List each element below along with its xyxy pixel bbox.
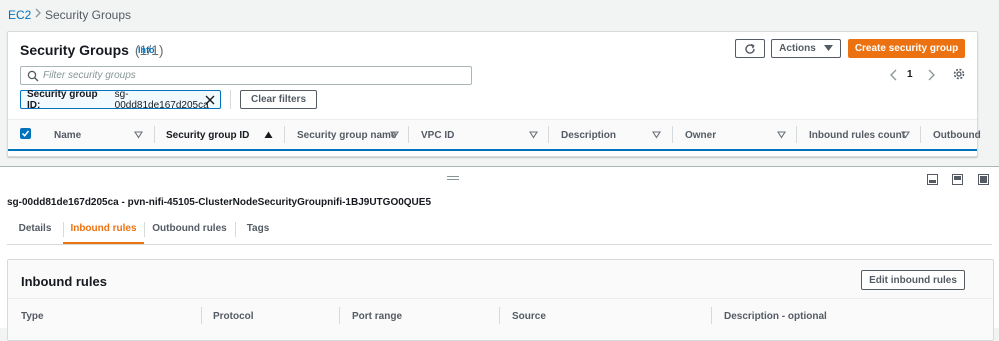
tab-outbound-rules[interactable]: Outbound rules — [144, 215, 235, 244]
tab-inbound-rules[interactable]: Inbound rules — [63, 215, 144, 244]
search-input[interactable] — [43, 68, 463, 83]
column-header-security-group-name[interactable]: Security group name — [297, 130, 396, 141]
column-header-source[interactable]: Source — [512, 311, 546, 322]
view-mode-side-icon[interactable] — [952, 174, 963, 185]
sort-icon[interactable] — [529, 131, 538, 139]
tab-tags[interactable]: Tags — [235, 215, 281, 244]
column-header-owner[interactable]: Owner — [685, 130, 716, 141]
info-link[interactable]: Info — [138, 45, 155, 55]
current-page-number[interactable]: 1 — [907, 69, 913, 80]
column-header-port-range[interactable]: Port range — [352, 311, 402, 322]
column-header-security-group-id[interactable]: Security group ID — [166, 130, 249, 141]
inbound-rules-panel: Inbound rules Edit inbound rules Type Pr… — [7, 259, 994, 341]
table-header-underline — [8, 149, 977, 151]
column-divider[interactable] — [672, 126, 673, 143]
column-header-outbound[interactable]: Outbound — [933, 130, 981, 141]
sort-icon[interactable] — [901, 131, 910, 139]
view-mode-full-icon[interactable] — [978, 174, 989, 185]
column-header-type[interactable]: Type — [21, 311, 44, 322]
column-divider[interactable] — [339, 307, 340, 324]
sort-icon[interactable] — [777, 131, 786, 139]
detail-tabs: Details Inbound rules Outbound rules Tag… — [7, 215, 992, 245]
check-icon — [21, 130, 30, 137]
search-icon — [27, 70, 39, 82]
column-header-vpc-id[interactable]: VPC ID — [421, 130, 454, 141]
column-header-inbound-rules-count[interactable]: Inbound rules count — [809, 130, 905, 141]
column-divider[interactable] — [796, 126, 797, 143]
column-header-protocol[interactable]: Protocol — [213, 311, 254, 322]
inbound-rules-table-header: Type Protocol Port range Source Descript… — [8, 298, 993, 341]
settings-gear-icon[interactable] — [952, 67, 966, 81]
caret-down-icon — [823, 45, 833, 51]
column-divider[interactable] — [154, 126, 155, 143]
sort-icon[interactable] — [390, 131, 399, 139]
details-split-panel: sg-00dd81de167d205ca - pvn-nifi-45105-Cl… — [0, 166, 999, 341]
chevron-right-icon[interactable] — [925, 68, 937, 82]
breadcrumb-current: Security Groups — [45, 8, 132, 22]
chevron-left-icon[interactable] — [888, 68, 900, 82]
refresh-icon — [745, 43, 755, 54]
sort-icon[interactable] — [652, 131, 661, 139]
selected-group-title: sg-00dd81de167d205ca - pvn-nifi-45105-Cl… — [7, 197, 432, 208]
column-divider[interactable] — [408, 126, 409, 143]
column-header-description[interactable]: Description — [561, 130, 616, 141]
drag-handle-icon[interactable] — [447, 175, 459, 181]
inbound-rules-heading: Inbound rules — [21, 274, 107, 289]
column-divider[interactable] — [499, 307, 500, 324]
search-field[interactable] — [20, 66, 472, 85]
column-divider[interactable] — [284, 126, 285, 143]
close-icon[interactable] — [205, 95, 215, 105]
actions-label: Actions — [779, 43, 816, 54]
panel-title-text: Security Groups — [20, 42, 129, 58]
create-security-group-button[interactable]: Create security group — [848, 39, 965, 58]
edit-inbound-rules-button[interactable]: Edit inbound rules — [861, 270, 965, 290]
column-header-description-optional[interactable]: Description - optional — [724, 311, 827, 322]
column-divider[interactable] — [201, 307, 202, 324]
sort-icon[interactable] — [134, 131, 143, 139]
clear-filters-button[interactable]: Clear filters — [240, 90, 317, 109]
security-groups-panel: Security Groups (1/1) Info Actions Creat… — [7, 31, 981, 157]
column-header-name[interactable]: Name — [54, 130, 81, 141]
table-header: Name Security group ID Security group na… — [8, 119, 981, 148]
tab-details[interactable]: Details — [7, 215, 63, 244]
breadcrumb-ec2-link[interactable]: EC2 — [8, 8, 31, 22]
filter-key: Security group ID: — [27, 88, 98, 111]
column-divider[interactable] — [711, 307, 712, 324]
view-mode-bottom-icon[interactable] — [927, 174, 938, 185]
select-all-checkbox[interactable] — [20, 128, 31, 139]
actions-button[interactable]: Actions — [771, 39, 841, 58]
filter-token: Security group ID: sg-00dd81de167d205ca — [20, 88, 221, 111]
column-divider[interactable] — [548, 126, 549, 143]
column-divider[interactable] — [920, 126, 921, 143]
sort-ascending-icon[interactable] — [264, 131, 273, 139]
chevron-right-icon — [35, 8, 41, 18]
refresh-button[interactable] — [735, 39, 765, 58]
divider — [230, 90, 231, 109]
